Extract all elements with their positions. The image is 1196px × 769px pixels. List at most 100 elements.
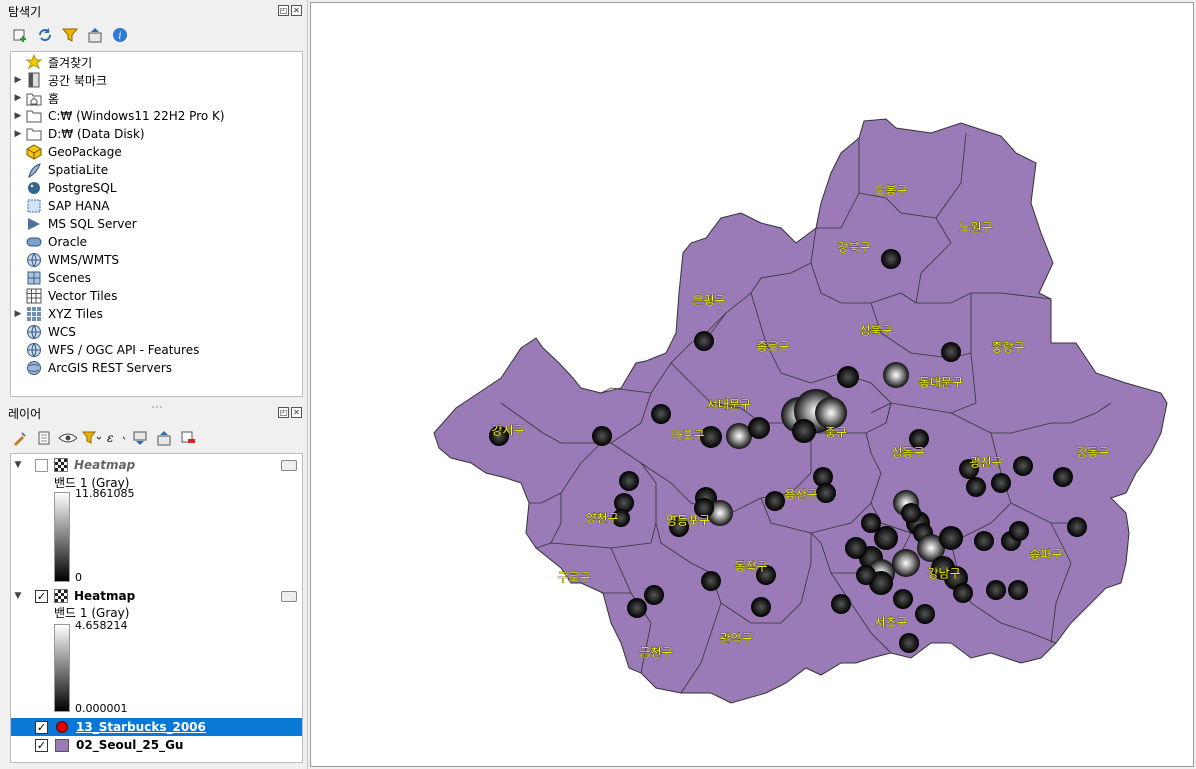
heat-spot: [883, 362, 909, 388]
district-label: 중구: [825, 426, 847, 440]
browser-item[interactable]: ▶ 공간 북마크: [11, 71, 302, 89]
add-group-icon[interactable]: [34, 429, 53, 448]
browser-item-label: 공간 북마크: [48, 73, 108, 88]
expand-arrow-icon[interactable]: ▶: [11, 129, 25, 139]
left-dock: 탐색기 ◰ ✕ i 즐겨찾기 ▶ 공간 북마크 ▶ 홈 ▶ C:₩ (Window: [0, 0, 308, 769]
heat-spot: [941, 342, 961, 362]
district-label: 송파구: [1029, 548, 1062, 562]
bookmark-icon: [25, 72, 43, 88]
embedded-widget-icon[interactable]: [281, 459, 297, 471]
close-panel-icon[interactable]: ✕: [291, 407, 302, 418]
browser-item[interactable]: WMS/WMTS: [11, 251, 302, 269]
browser-item-label: ArcGIS REST Servers: [48, 361, 173, 375]
layer-visibility-checkbox[interactable]: ✓: [35, 738, 48, 752]
layer-visibility-checkbox[interactable]: [35, 458, 48, 472]
layer-name: Heatmap: [74, 458, 136, 472]
layers-panel-title: 레이어 ◰ ✕: [0, 403, 308, 423]
float-panel-icon[interactable]: ◰: [278, 407, 289, 418]
layer-visibility-checkbox[interactable]: ✓: [35, 720, 48, 734]
expand-arrow-icon[interactable]: ▶: [11, 93, 25, 103]
postgresql-icon: [25, 180, 43, 196]
layer-seoul-gu[interactable]: ✓ 02_Seoul_25_Gu: [11, 736, 302, 754]
ramp-max-value: 4.658214: [75, 619, 128, 632]
heat-spot: [837, 366, 859, 388]
expression-filter-icon[interactable]: ε: [106, 429, 125, 448]
layer-heatmap-2[interactable]: ▼ ✓ Heatmap: [11, 587, 302, 605]
browser-item[interactable]: ▶ C:₩ (Windows11 22H2 Pro K): [11, 107, 302, 125]
layer-heatmap-1[interactable]: ▼ Heatmap: [11, 456, 302, 474]
refresh-icon[interactable]: [35, 26, 54, 45]
expand-all-icon[interactable]: [130, 429, 149, 448]
heat-spot: [1053, 467, 1073, 487]
heat-spot: [1067, 517, 1087, 537]
browser-item[interactable]: Scenes: [11, 269, 302, 287]
browser-item[interactable]: Oracle: [11, 233, 302, 251]
panel-splitter[interactable]: [10, 398, 303, 408]
gray-color-ramp: [54, 492, 70, 582]
browser-item-label: D:₩ (Data Disk): [48, 127, 145, 141]
layer-name: 02_Seoul_25_Gu: [76, 738, 184, 752]
browser-item-label: XYZ Tiles: [48, 307, 103, 321]
collapse-arrow-icon[interactable]: ▼: [11, 460, 25, 470]
browser-item-label: Oracle: [48, 235, 88, 249]
district-label: 종로구: [756, 340, 789, 354]
svg-text:ε: ε: [107, 431, 113, 445]
heat-spot: [845, 537, 867, 559]
browser-item[interactable]: PostgreSQL: [11, 179, 302, 197]
heat-spot: [974, 531, 994, 551]
add-layer-icon[interactable]: [10, 26, 29, 45]
browser-tree[interactable]: 즐겨찾기 ▶ 공간 북마크 ▶ 홈 ▶ C:₩ (Windows11 22H2 Pro K)…: [10, 51, 303, 397]
heat-spot: [939, 526, 963, 550]
layer-visibility-checkbox[interactable]: ✓: [35, 589, 48, 603]
browser-item[interactable]: MS SQL Server: [11, 215, 302, 233]
browser-item-label: SpatiaLite: [48, 163, 109, 177]
info-icon[interactable]: i: [110, 26, 129, 45]
style-icon[interactable]: [10, 429, 29, 448]
browser-item[interactable]: Vector Tiles: [11, 287, 302, 305]
layer-tree[interactable]: ▼ Heatmap 밴드 1 (Gray) 11.861085 0 ▼ ✓ He…: [10, 453, 303, 763]
collapse-arrow-icon[interactable]: ▼: [11, 591, 25, 601]
map-canvas[interactable]: 도봉구 노원구 강북구 은평구 성북구 종로구 중랑구 동대문구 서대문구 강서구 마포구 중구 성동구…: [310, 2, 1194, 767]
district-label: 강서구: [491, 424, 524, 438]
district-label: 은평구: [692, 294, 725, 308]
heat-spot: [815, 397, 847, 429]
close-panel-icon[interactable]: ✕: [291, 5, 302, 16]
browser-item[interactable]: WCS: [11, 323, 302, 341]
float-panel-icon[interactable]: ◰: [278, 5, 289, 16]
heat-spot: [1008, 580, 1028, 600]
scenes-icon: [25, 270, 43, 286]
filter-icon[interactable]: [60, 26, 79, 45]
expand-arrow-icon[interactable]: ▶: [11, 309, 25, 319]
browser-item[interactable]: SAP HANA: [11, 197, 302, 215]
browser-item[interactable]: ▶ D:₩ (Data Disk): [11, 125, 302, 143]
district-label: 용산구: [784, 488, 817, 502]
browser-item[interactable]: WFS / OGC API - Features: [11, 341, 302, 359]
browser-item[interactable]: ▶ 홈: [11, 89, 302, 107]
browser-item[interactable]: SpatiaLite: [11, 161, 302, 179]
expand-arrow-icon[interactable]: ▶: [11, 111, 25, 121]
browser-item-label: SAP HANA: [48, 199, 110, 213]
heat-spot: [856, 565, 876, 585]
heat-spot: [751, 597, 771, 617]
district-label: 동대문구: [919, 376, 963, 390]
expand-arrow-icon[interactable]: ▶: [11, 75, 25, 85]
layer-starbucks[interactable]: ✓ 13_Starbucks_2006: [11, 718, 302, 736]
district-label: 성동구: [891, 446, 924, 460]
browser-item[interactable]: ▶ XYZ Tiles: [11, 305, 302, 323]
browser-item[interactable]: 즐겨찾기: [11, 53, 302, 71]
heat-spot: [1009, 521, 1029, 541]
collapse-all-icon[interactable]: [154, 429, 173, 448]
eye-icon[interactable]: [58, 429, 77, 448]
heat-spot: [651, 404, 671, 424]
browser-item[interactable]: GeoPackage: [11, 143, 302, 161]
browser-item[interactable]: ArcGIS REST Servers: [11, 359, 302, 377]
district-label: 양천구: [585, 511, 618, 526]
xyz-tiles-icon: [25, 306, 43, 322]
district-label: 강남구: [927, 567, 960, 581]
filter-icon[interactable]: [82, 429, 101, 448]
remove-layer-icon[interactable]: [178, 429, 197, 448]
embedded-widget-icon[interactable]: [281, 590, 297, 602]
heat-spot: [619, 471, 639, 491]
collapse-all-icon[interactable]: [85, 26, 104, 45]
district-label: 금천구: [639, 645, 672, 660]
